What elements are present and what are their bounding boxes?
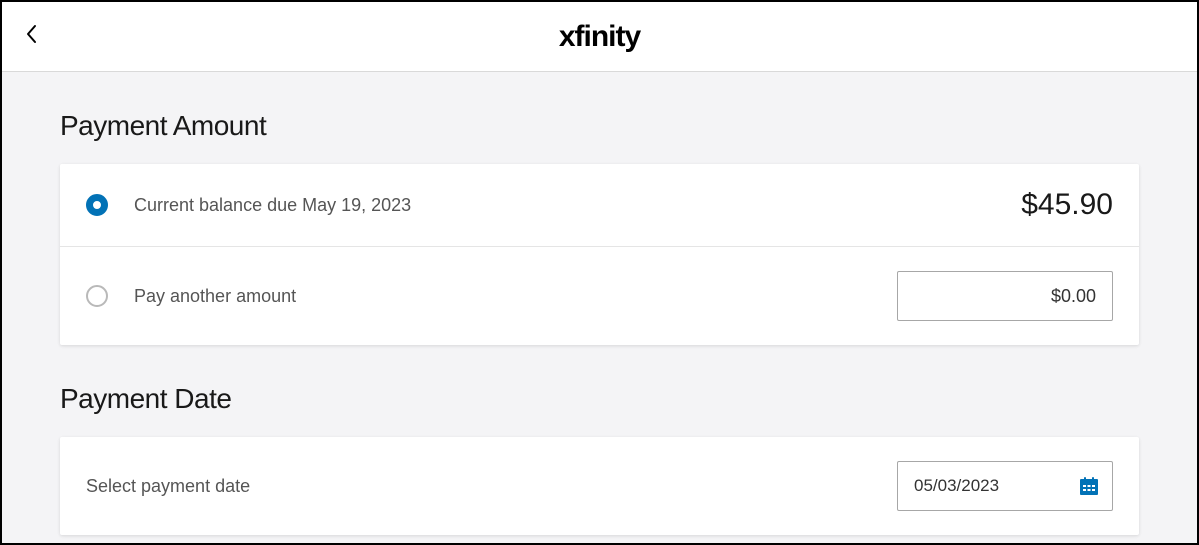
payment-date-value: 05/03/2023 (914, 476, 1078, 496)
pay-another-label: Pay another amount (134, 286, 897, 307)
payment-date-field[interactable]: 05/03/2023 (897, 461, 1113, 511)
other-amount-input[interactable] (897, 271, 1113, 321)
payment-amount-card: Current balance due May 19, 2023 $45.90 … (60, 164, 1139, 345)
chevron-left-icon (25, 24, 39, 49)
current-balance-amount: $45.90 (1021, 188, 1113, 222)
calendar-icon (1078, 475, 1100, 497)
payment-date-row: Select payment date 05/03/2023 (60, 437, 1139, 535)
brand-logo: xfinity (559, 20, 640, 54)
main-content: Payment Amount Current balance due May 1… (2, 72, 1197, 543)
payment-date-title: Payment Date (60, 383, 1139, 415)
payment-date-card: Select payment date 05/03/2023 (60, 437, 1139, 535)
payment-amount-title: Payment Amount (60, 110, 1139, 142)
payment-date-label: Select payment date (86, 476, 897, 497)
radio-selected-icon (86, 194, 108, 216)
back-button[interactable] (20, 25, 44, 49)
app-header: xfinity (2, 2, 1197, 72)
option-current-balance[interactable]: Current balance due May 19, 2023 $45.90 (60, 164, 1139, 246)
radio-unselected-icon (86, 285, 108, 307)
current-balance-label: Current balance due May 19, 2023 (134, 195, 1021, 216)
option-pay-another[interactable]: Pay another amount (60, 246, 1139, 345)
